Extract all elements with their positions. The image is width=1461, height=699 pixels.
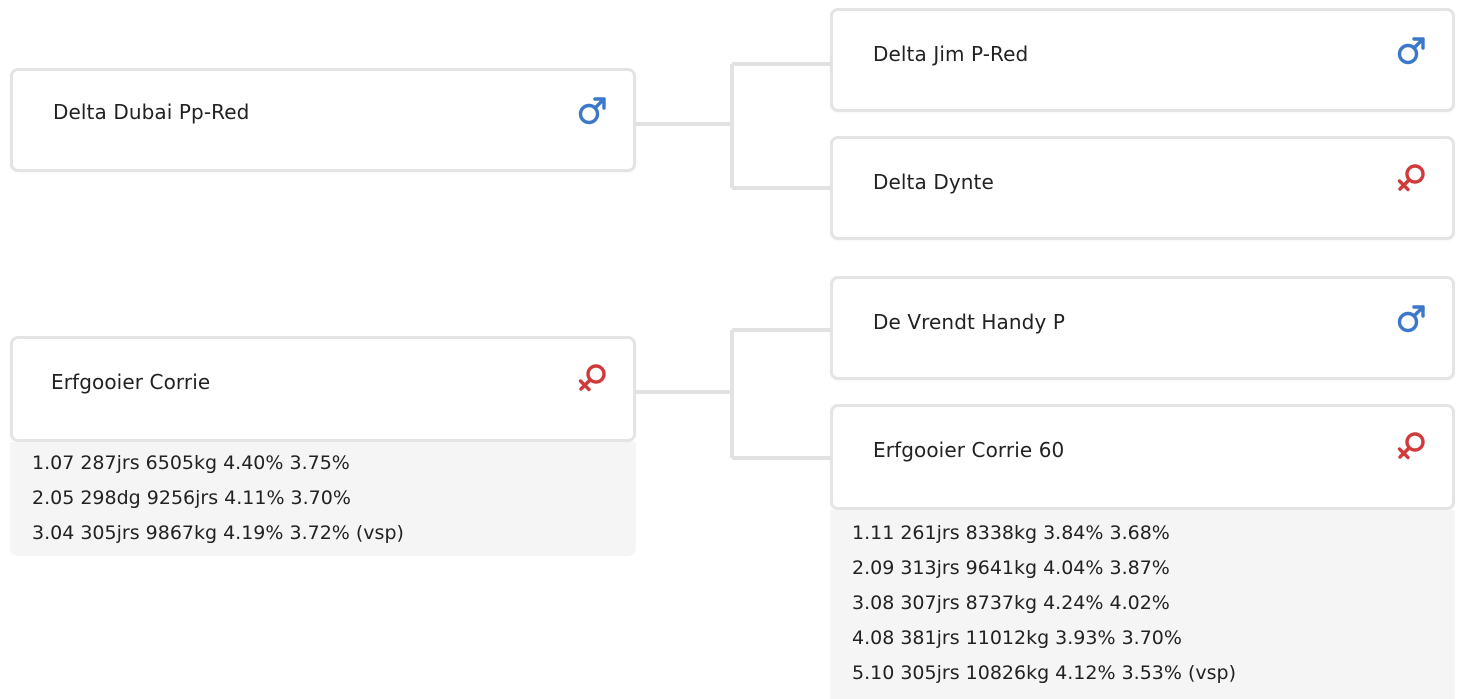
lactation-record: 3.04 305jrs 9867kg 4.19% 3.72% (vsp): [32, 522, 404, 544]
dam-card[interactable]: Erfgooier Corrie: [10, 336, 636, 442]
sire-dam-card[interactable]: Delta Dynte: [830, 136, 1455, 240]
connector-sire-branch: [634, 62, 832, 190]
sire-sire-card[interactable]: Delta Jim P-Red: [830, 8, 1455, 112]
pedigree-tree: Delta Dubai Pp-Red Delta Jim P-Red Delta…: [0, 0, 1461, 699]
dam-dam-lactation-records: 1.11 261jrs 8338kg 3.84% 3.68% 2.09 313j…: [830, 510, 1455, 699]
connector-dam-branch: [634, 328, 832, 460]
female-icon: [1394, 161, 1428, 195]
sire-name: Delta Dubai Pp-Red: [53, 100, 250, 124]
male-icon: [1394, 301, 1428, 335]
lactation-record: 1.07 287jrs 6505kg 4.40% 3.75%: [32, 452, 350, 474]
lactation-record: 2.09 313jrs 9641kg 4.04% 3.87%: [852, 557, 1170, 579]
lactation-record: 1.11 261jrs 8338kg 3.84% 3.68%: [852, 522, 1170, 544]
female-icon: [1394, 429, 1428, 463]
dam-sire-name: De Vrendt Handy P: [873, 310, 1066, 334]
lactation-record: 2.05 298dg 9256jrs 4.11% 3.70%: [32, 487, 351, 509]
lactation-record: 4.08 381jrs 11012kg 3.93% 3.70%: [852, 627, 1182, 649]
sire-dam-name: Delta Dynte: [873, 170, 994, 194]
male-icon: [575, 93, 609, 127]
dam-dam-name: Erfgooier Corrie 60: [873, 438, 1065, 462]
male-icon: [1394, 33, 1428, 67]
female-icon: [575, 361, 609, 395]
dam-lactation-records: 1.07 287jrs 6505kg 4.40% 3.75% 2.05 298d…: [10, 442, 636, 556]
lactation-record: 3.08 307jrs 8737kg 4.24% 4.02%: [852, 592, 1170, 614]
sire-card[interactable]: Delta Dubai Pp-Red: [10, 68, 636, 172]
dam-sire-card[interactable]: De Vrendt Handy P: [830, 276, 1455, 380]
sire-sire-name: Delta Jim P-Red: [873, 42, 1029, 66]
dam-name: Erfgooier Corrie: [51, 370, 211, 394]
dam-dam-card[interactable]: Erfgooier Corrie 60: [830, 404, 1455, 510]
lactation-record: 5.10 305jrs 10826kg 4.12% 3.53% (vsp): [852, 662, 1237, 684]
